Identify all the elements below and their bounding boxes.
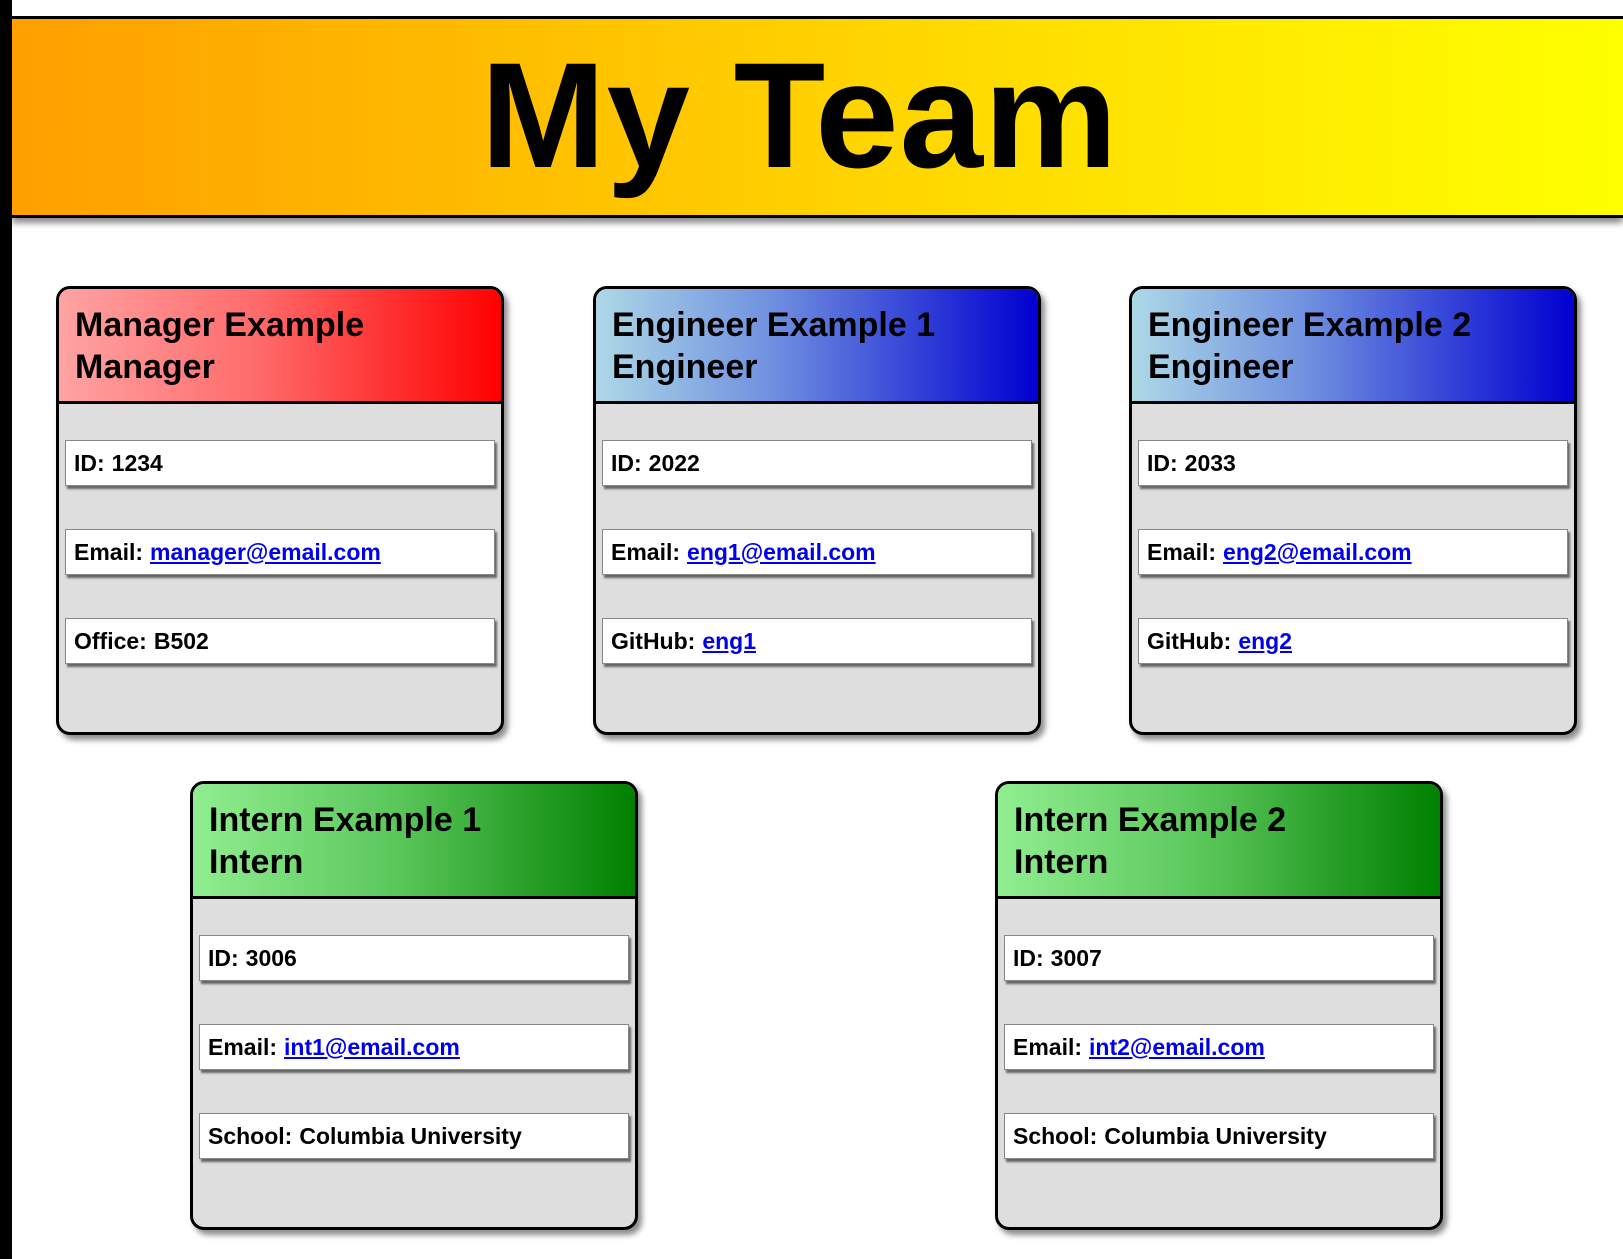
page-title: My Team [480,31,1119,199]
card-header: Intern Example 2 Intern [998,784,1440,899]
school-label: School: [1013,1122,1098,1149]
id-value: 3006 [245,944,297,971]
id-label: ID: [208,944,239,971]
header-banner: My Team [12,19,1623,218]
office-label: Office: [74,627,147,654]
office-field: Office: B502 [65,618,495,664]
email-link[interactable]: int2@email.com [1089,1034,1265,1061]
email-field: Email: int2@email.com [1004,1024,1434,1070]
id-field: ID: 3007 [1004,935,1434,981]
id-value: 1234 [111,449,163,476]
email-label: Email: [1147,538,1217,565]
email-label: Email: [208,1033,278,1060]
top-strip [0,0,1623,19]
email-field: Email: eng2@email.com [1138,529,1568,575]
card-body: ID: 2033 Email: eng2@email.com GitHub: e… [1132,404,1574,664]
engineer-card-2: Engineer Example 2 Engineer ID: 2033 Ema… [1129,286,1577,735]
email-label: Email: [74,538,144,565]
email-field: Email: eng1@email.com [602,529,1032,575]
employee-name: Intern Example 1 [209,801,482,839]
employee-role: Intern [209,843,304,881]
id-label: ID: [1013,944,1044,971]
email-field: Email: manager@email.com [65,529,495,575]
school-value: Columbia University [299,1122,522,1149]
id-value: 3007 [1050,944,1102,971]
email-field: Email: int1@email.com [199,1024,629,1070]
card-header: Manager Example Manager [59,289,501,404]
school-field: School: Columbia University [199,1113,629,1159]
email-link[interactable]: eng2@email.com [1223,539,1412,566]
github-field: GitHub: eng2 [1138,618,1568,664]
github-link[interactable]: eng2 [1238,628,1292,655]
manager-card: Manager Example Manager ID: 1234 Email: … [56,286,504,735]
id-field: ID: 1234 [65,440,495,486]
office-value: B502 [153,627,209,654]
card-body: ID: 1234 Email: manager@email.com Office… [59,404,501,664]
github-field: GitHub: eng1 [602,618,1032,664]
email-label: Email: [1013,1033,1083,1060]
employee-name: Engineer Example 2 [1148,306,1472,344]
card-header: Engineer Example 1 Engineer [596,289,1038,404]
school-label: School: [208,1122,293,1149]
card-body: ID: 3007 Email: int2@email.com School: C… [998,899,1440,1159]
id-value: 2033 [1184,449,1236,476]
employee-name: Engineer Example 1 [612,306,936,344]
engineer-card-1: Engineer Example 1 Engineer ID: 2022 Ema… [593,286,1041,735]
id-label: ID: [1147,449,1178,476]
id-field: ID: 2033 [1138,440,1568,486]
intern-card-2: Intern Example 2 Intern ID: 3007 Email: … [995,781,1443,1230]
left-edge [0,0,12,1259]
card-body: ID: 2022 Email: eng1@email.com GitHub: e… [596,404,1038,664]
id-field: ID: 2022 [602,440,1032,486]
github-label: GitHub: [1147,627,1232,654]
card-header: Intern Example 1 Intern [193,784,635,899]
email-link[interactable]: manager@email.com [150,539,381,566]
school-value: Columbia University [1104,1122,1327,1149]
employee-name: Intern Example 2 [1014,801,1287,839]
id-field: ID: 3006 [199,935,629,981]
email-label: Email: [611,538,681,565]
employee-role: Intern [1014,843,1109,881]
github-label: GitHub: [611,627,696,654]
id-value: 2022 [648,449,700,476]
intern-card-1: Intern Example 1 Intern ID: 3006 Email: … [190,781,638,1230]
employee-role: Engineer [612,348,758,386]
employee-role: Engineer [1148,348,1294,386]
page: My Team Manager Example Manager ID: 1234… [0,0,1623,1259]
school-field: School: Columbia University [1004,1113,1434,1159]
id-label: ID: [611,449,642,476]
employee-role: Manager [75,348,215,386]
card-body: ID: 3006 Email: int1@email.com School: C… [193,899,635,1159]
id-label: ID: [74,449,105,476]
email-link[interactable]: eng1@email.com [687,539,876,566]
github-link[interactable]: eng1 [702,628,756,655]
email-link[interactable]: int1@email.com [284,1034,460,1061]
employee-name: Manager Example [75,306,365,344]
card-header: Engineer Example 2 Engineer [1132,289,1574,404]
